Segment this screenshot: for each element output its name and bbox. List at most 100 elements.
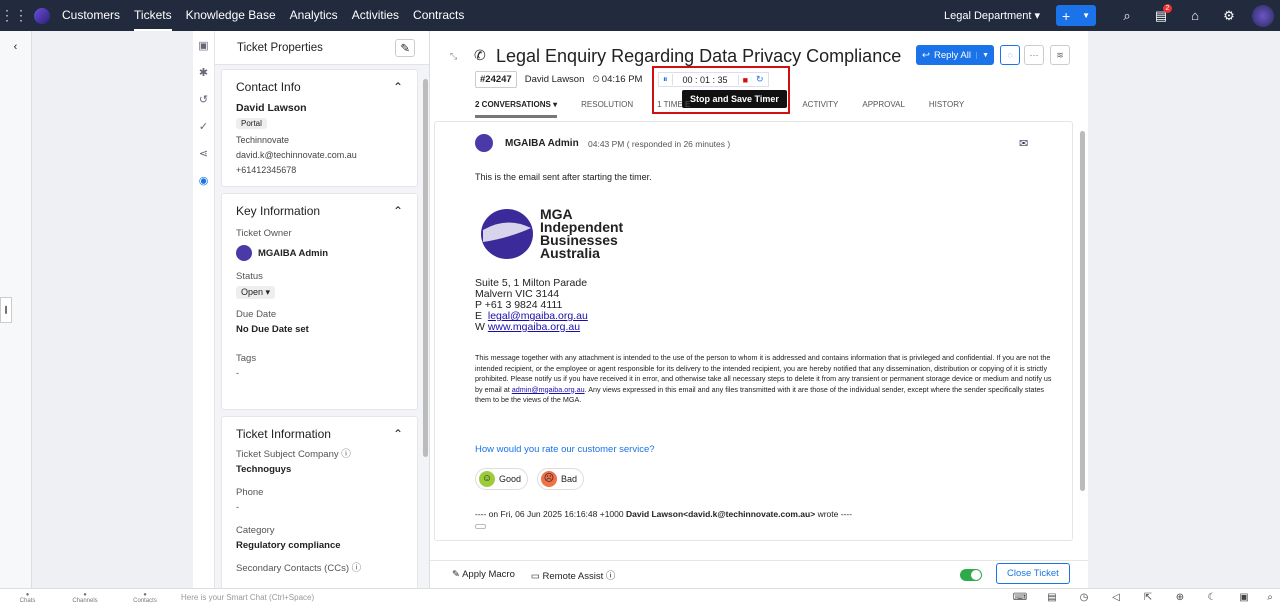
remote-assist-button[interactable]: ▭ Remote Assist ⓘ [531, 568, 615, 582]
contact-info-card: Contact Info ⌃ David Lawson Portal Techin… [221, 69, 418, 187]
reply-label: Reply All [933, 49, 971, 61]
bottom-bar: ● Chats ● Channels ● Contacts Here is your … [0, 588, 1280, 606]
chats-button[interactable]: ● Chats [0, 592, 55, 604]
phone-value[interactable]: - [236, 502, 403, 513]
nav-tickets[interactable]: Tickets [134, 1, 172, 31]
owner-label: Ticket Owner [236, 228, 292, 239]
notifications-icon[interactable]: ▤ 2 [1144, 3, 1178, 24]
reset-icon[interactable]: ↻ [752, 74, 768, 85]
smile-icon: ☺ [479, 471, 495, 487]
check-icon[interactable]: ✓ [193, 112, 214, 139]
properties-icon[interactable]: ▣ [193, 31, 214, 58]
more-icon[interactable]: ··· [1024, 45, 1044, 65]
contact-name[interactable]: David Lawson [236, 102, 403, 114]
channels-label: Channels [72, 597, 98, 604]
company-value[interactable]: Technoguys [236, 464, 403, 475]
bad-label: Bad [561, 474, 578, 484]
disclaimer: This message together with any attachmen… [475, 353, 1060, 406]
phone-label: Phone [236, 487, 264, 498]
contact-phone[interactable]: +61412345678 [236, 165, 403, 176]
rate-good-button[interactable]: ☺ Good [475, 468, 529, 490]
rating-prompt[interactable]: How would you rate our customer service? [475, 444, 655, 455]
chevron-up-icon[interactable]: ⌃ [393, 204, 403, 218]
gear-icon[interactable]: ⚙ [1212, 8, 1246, 24]
tab-resolution[interactable]: RESOLUTION [581, 100, 633, 118]
channels-button[interactable]: ● Channels [55, 592, 115, 604]
status-label: Status [236, 271, 263, 282]
chevron-up-icon[interactable]: ⌃ [393, 427, 403, 441]
nav-customers[interactable]: Customers [62, 1, 120, 29]
macro-label: Apply Macro [462, 569, 515, 580]
avatar[interactable] [1252, 4, 1274, 27]
tab-activity[interactable]: ACTIVITY [802, 100, 838, 118]
accessibility-icon[interactable]: ⊕ [1164, 592, 1196, 603]
search-icon[interactable]: ⌕ [1260, 592, 1280, 603]
collapse-icon[interactable]: ⤡ [450, 51, 457, 62]
status-value: Open [241, 287, 264, 297]
tab-time-entry[interactable]: 1 TIME E [657, 100, 690, 118]
clock-icon[interactable]: ◷ [1068, 592, 1100, 603]
nav-contracts[interactable]: Contracts [413, 1, 464, 29]
announcement-icon[interactable]: ◁ [1100, 592, 1132, 603]
status-dropdown[interactable]: Open ▾ [236, 286, 276, 299]
nav-knowledge-base[interactable]: Knowledge Base [186, 1, 276, 29]
tab-conversations[interactable]: 2 CONVERSATIONS ▾ [475, 100, 558, 118]
search-icon[interactable]: ⌕ [1110, 8, 1144, 24]
chevron-down-icon[interactable]: ▼ [976, 51, 994, 59]
scrollbar[interactable] [1080, 131, 1085, 491]
panel-handle[interactable]: ∥ [0, 297, 12, 323]
ticket-time: 04:16 PM [601, 74, 643, 85]
layers-icon[interactable]: ≋ [1050, 45, 1070, 65]
tags-value[interactable]: - [236, 368, 403, 379]
ticket-information-card: Ticket Information ⌃ Ticket Subject Compa… [221, 416, 418, 588]
chevron-down-icon[interactable]: ▼ [1082, 11, 1090, 20]
nav-activities[interactable]: Activities [352, 1, 399, 29]
chevron-up-icon[interactable]: ⌃ [393, 80, 403, 94]
due-date-value[interactable]: No Due Date set [236, 324, 403, 335]
owner-avatar [236, 245, 252, 261]
contact-email[interactable]: david.k@techinnovate.com.au [236, 150, 403, 161]
nav-analytics[interactable]: Analytics [290, 1, 338, 29]
admin-email-link[interactable]: admin@mgaiba.org.au [512, 385, 585, 394]
apps-grid-icon[interactable]: ⋮⋮ [0, 7, 28, 24]
tab-approval[interactable]: APPROVAL [862, 100, 905, 118]
top-nav: ⋮⋮ Customers Tickets Knowledge Base Analyti… [0, 0, 1280, 31]
logo-mark [481, 209, 533, 259]
new-button[interactable]: + ▼ [1056, 5, 1096, 26]
rate-bad-button[interactable]: ☹ Bad [537, 468, 585, 490]
scrollbar[interactable] [423, 79, 428, 457]
pause-icon[interactable]: ⏸ [659, 74, 673, 85]
apply-macro-button[interactable]: ✎ Apply Macro [452, 569, 515, 580]
dark-mode-icon[interactable]: ☾ [1196, 592, 1228, 603]
toggle-switch[interactable] [960, 569, 982, 581]
notes-icon[interactable]: ▤ [1036, 592, 1068, 603]
smart-chat-input[interactable]: Here is your Smart Chat (Ctrl+Space) [181, 593, 1004, 602]
edit-icon[interactable]: ✎ [395, 38, 415, 57]
exit-icon[interactable]: ⇱ [1132, 592, 1164, 603]
expand-quote-button[interactable] [475, 524, 486, 529]
comment-icon[interactable]: ◌ [1000, 45, 1020, 65]
eye-icon[interactable]: ◉ [193, 166, 214, 193]
share-icon[interactable]: ⋖ [193, 139, 214, 166]
keyboard-icon[interactable]: ⌨ [1004, 592, 1036, 603]
chevron-left-icon[interactable]: ‹ [0, 41, 31, 53]
department-selector[interactable]: Legal Department ▾ [944, 9, 1040, 22]
bug-icon[interactable]: ✱ [193, 58, 214, 85]
marketplace-icon[interactable]: ⌂ [1178, 8, 1212, 23]
ticket-contact[interactable]: David Lawson [525, 74, 585, 85]
email-icon[interactable]: ✉ [1019, 137, 1028, 150]
contacts-button[interactable]: ● Contacts [115, 592, 175, 604]
close-ticket-button[interactable]: Close Ticket [996, 563, 1070, 584]
history-icon[interactable]: ↺ [193, 85, 214, 112]
tab-history[interactable]: HISTORY [929, 100, 964, 118]
quote-sender: David Lawson<david.k@techinnovate.com.au… [625, 509, 816, 519]
category-value[interactable]: Regulatory compliance [236, 540, 403, 551]
store-icon[interactable]: ▣ [1228, 592, 1260, 603]
reply-all-button[interactable]: ↩ Reply All ▼ [916, 45, 994, 65]
ticket-properties-panel: Ticket Properties ✎ Contact Info ⌃ David L… [215, 31, 430, 588]
owner-value[interactable]: MGAIBA Admin [258, 248, 328, 259]
stop-icon[interactable]: ■ [737, 74, 752, 85]
property-icon-bar: ▣ ✱ ↺ ✓ ⋖ ◉ [193, 31, 215, 588]
ticket-footer: ✎ Apply Macro ▭ Remote Assist ⓘ Close Ti… [430, 560, 1088, 588]
website-link[interactable]: www.mgaiba.org.au [488, 321, 580, 333]
